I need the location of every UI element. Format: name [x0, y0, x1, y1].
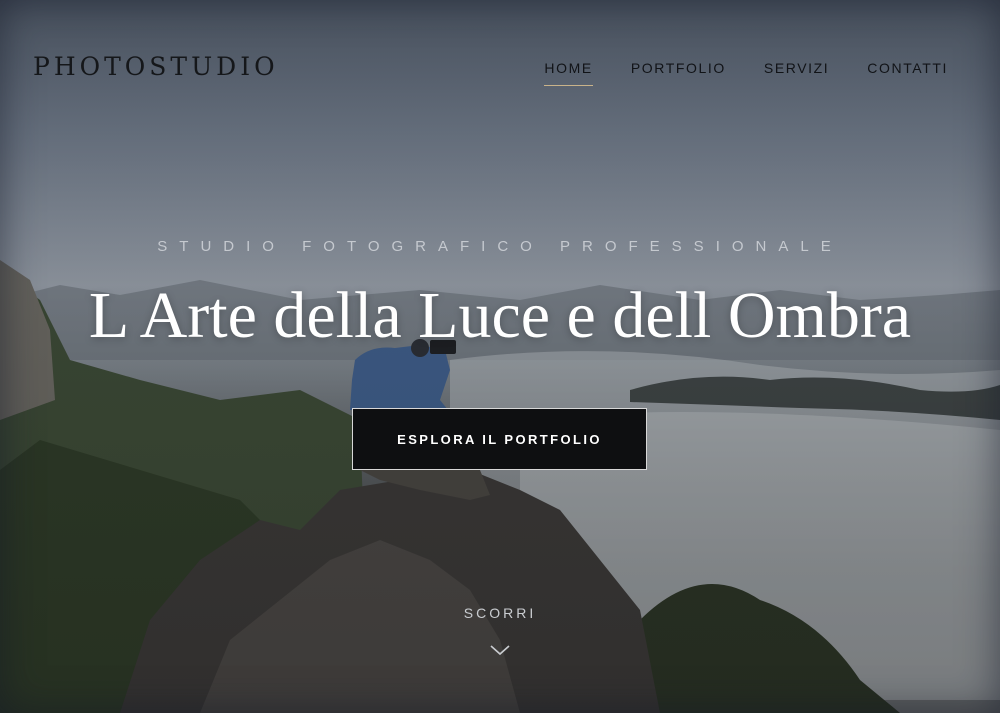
hero-subtitle: STUDIO FOTOGRAFICO PROFESSIONALE — [157, 238, 843, 255]
explore-portfolio-button[interactable]: ESPLORA IL PORTFOLIO — [352, 408, 647, 470]
hero-section: PHOTOSTUDIO HOME PORTFOLIO SERVIZI CONTA… — [0, 0, 1000, 713]
site-logo[interactable]: PHOTOSTUDIO — [33, 52, 279, 81]
nav-item-portfolio[interactable]: PORTFOLIO — [631, 60, 726, 86]
main-nav: HOME PORTFOLIO SERVIZI CONTATTI — [544, 60, 948, 86]
chevron-down-icon[interactable] — [488, 642, 512, 658]
nav-item-home[interactable]: HOME — [544, 60, 594, 86]
nav-item-contatti[interactable]: CONTATTI — [867, 60, 948, 86]
hero-title: L Arte della Luce e dell Ombra — [88, 279, 912, 352]
nav-item-servizi[interactable]: SERVIZI — [764, 60, 829, 86]
scroll-label: SCORRI — [463, 605, 537, 621]
